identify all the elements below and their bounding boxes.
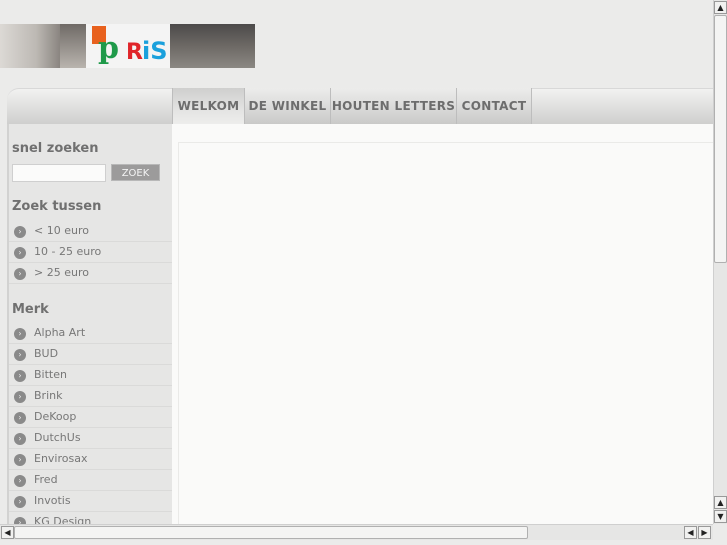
brand-item[interactable]: › Invotis: [9, 491, 172, 512]
brand-heading: Merk: [12, 302, 49, 317]
scroll-left-end-button[interactable]: ◀: [684, 526, 697, 539]
arrow-bullet-icon: ›: [14, 328, 26, 340]
scroll-left-button[interactable]: ◀: [1, 526, 14, 539]
tab-contact[interactable]: CONTACT: [456, 88, 532, 124]
tab-welkom[interactable]: WELKOM: [172, 88, 244, 124]
price-filter-item[interactable]: › > 25 euro: [9, 263, 172, 284]
arrow-bullet-icon: ›: [14, 433, 26, 445]
vertical-scroll-thumb[interactable]: [714, 15, 727, 263]
scroll-right-button[interactable]: ▶: [698, 526, 711, 539]
scroll-up-button[interactable]: ▲: [714, 1, 727, 14]
item-label: Bitten: [34, 368, 67, 381]
brand-item[interactable]: › DeKoop: [9, 407, 172, 428]
horizontal-scroll-thumb[interactable]: [14, 526, 528, 539]
item-label: 10 - 25 euro: [34, 245, 102, 258]
brand-item[interactable]: › Envirosax: [9, 449, 172, 470]
vertical-scrollbar[interactable]: ▲ ▲ ▼: [713, 0, 727, 524]
content-box: [178, 142, 713, 524]
arrow-bullet-icon: ›: [14, 349, 26, 361]
tab-houten-letters[interactable]: HOUTEN LETTERS: [330, 88, 456, 124]
price-filter-item[interactable]: › 10 - 25 euro: [9, 242, 172, 263]
price-heading: Zoek tussen: [12, 199, 102, 214]
item-label: Brink: [34, 389, 63, 402]
scroll-down-up-button[interactable]: ▲: [714, 496, 727, 509]
arrow-bullet-icon: ›: [14, 226, 26, 238]
arrow-bullet-icon: ›: [14, 268, 26, 280]
item-label: DeKoop: [34, 410, 77, 423]
price-filter-item[interactable]: › < 10 euro: [9, 221, 172, 242]
brand-item[interactable]: › BUD: [9, 344, 172, 365]
brand-item[interactable]: › Alpha Art: [9, 323, 172, 344]
item-label: < 10 euro: [34, 224, 89, 237]
arrow-bullet-icon: ›: [14, 412, 26, 424]
horizontal-scrollbar[interactable]: ◀ ◀ ▶: [0, 524, 713, 540]
arrow-bullet-icon: ›: [14, 391, 26, 403]
arrow-bullet-icon: ›: [14, 475, 26, 487]
item-label: BUD: [34, 347, 59, 360]
scroll-down-button[interactable]: ▼: [714, 510, 727, 523]
brand-item[interactable]: › Bitten: [9, 365, 172, 386]
item-label: Fred: [34, 473, 58, 486]
arrow-bullet-icon: ›: [14, 496, 26, 508]
item-label: > 25 euro: [34, 266, 89, 279]
brand-item[interactable]: › DutchUs: [9, 428, 172, 449]
arrow-bullet-icon: ›: [14, 454, 26, 466]
quick-search-heading: snel zoeken: [12, 141, 99, 156]
site-banner-logo: p RiS: [0, 24, 255, 68]
search-button[interactable]: ZOEK: [111, 164, 160, 181]
item-label: Envirosax: [34, 452, 88, 465]
arrow-bullet-icon: ›: [14, 370, 26, 382]
brand-item[interactable]: › Brink: [9, 386, 172, 407]
item-label: Invotis: [34, 494, 71, 507]
item-label: DutchUs: [34, 431, 81, 444]
arrow-bullet-icon: ›: [14, 247, 26, 259]
search-input[interactable]: [12, 164, 106, 182]
tab-de-winkel[interactable]: DE WINKEL: [244, 88, 330, 124]
brand-item[interactable]: › Fred: [9, 470, 172, 491]
item-label: Alpha Art: [34, 326, 86, 339]
